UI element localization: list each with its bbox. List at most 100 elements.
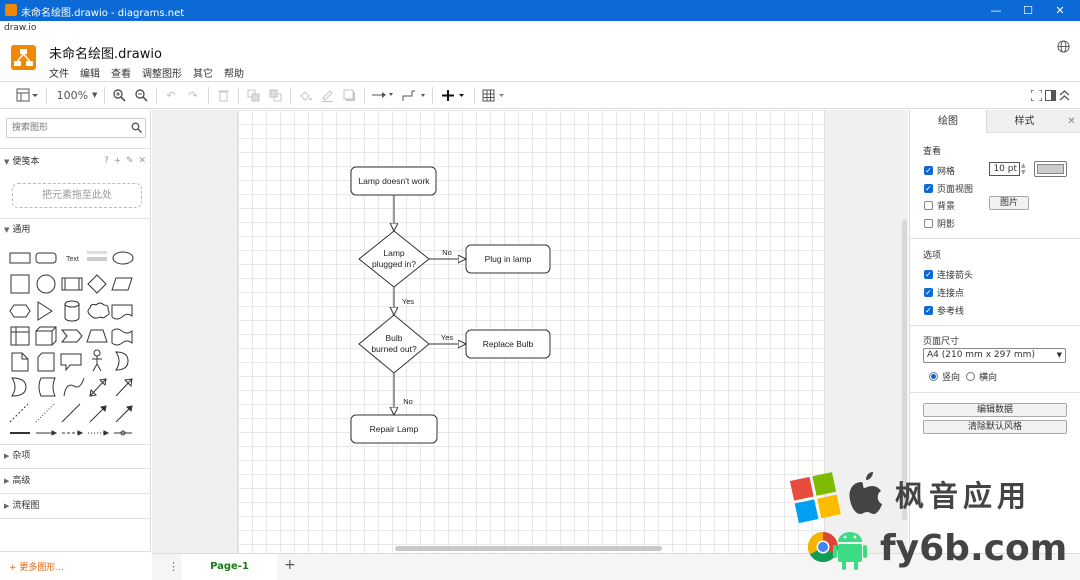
general-title: 通用 <box>12 225 31 235</box>
guides-checkbox[interactable]: ✓ 参考线 <box>924 304 964 317</box>
format-panel-toggle[interactable] <box>1045 87 1056 103</box>
menu-file[interactable]: 文件 <box>49 65 69 80</box>
shadow-checkbox[interactable]: 阴影 <box>924 217 955 230</box>
pages-menu-icon[interactable]: ⋮ <box>168 560 179 573</box>
insert-button[interactable] <box>442 87 466 103</box>
to-back-icon <box>269 89 281 101</box>
grid-label: 网格 <box>937 167 956 177</box>
add-page-button[interactable]: + <box>284 557 296 573</box>
trash-icon <box>217 90 229 101</box>
shape-cube <box>35 326 57 346</box>
grid-color-button[interactable] <box>1034 161 1067 177</box>
general-shapes-palette[interactable]: Text <box>8 247 146 437</box>
menu-edit[interactable]: 编辑 <box>80 65 100 80</box>
checkbox-checked-icon: ✓ <box>924 270 933 279</box>
shape-trapezoid <box>86 329 108 343</box>
shape-cloud <box>87 302 110 319</box>
format-panel-icon <box>1045 89 1056 101</box>
node-label-repair-lamp: Repair Lamp <box>370 424 419 434</box>
edge-label-yes-2: Yes <box>441 333 453 342</box>
node-label-bulb-burned-out-1: Bulb <box>385 333 402 343</box>
undo-button[interactable]: ↶ <box>164 87 178 103</box>
more-shapes-link[interactable]: + 更多图形... <box>9 560 64 573</box>
file-name[interactable]: 未命名绘图.drawio <box>49 43 162 62</box>
watermark-text-cn: 枫音应用 <box>895 479 1031 513</box>
portrait-label: 竖向 <box>942 373 961 383</box>
close-panel-icon[interactable]: ✕ <box>1062 110 1080 133</box>
zoom-select[interactable]: 100% ▼ <box>56 87 98 103</box>
scratchpad-drop-zone[interactable]: 把元素拖至此处 <box>12 183 142 208</box>
paper-size-select[interactable]: A4 (210 mm x 297 mm) ▼ <box>923 348 1066 363</box>
to-back-button[interactable] <box>268 87 282 103</box>
android-logo <box>833 532 867 570</box>
flowchart-section-header[interactable]: ▶ 流程图 <box>0 495 151 517</box>
shadow-icon <box>343 89 355 101</box>
minimize-button[interactable]: — <box>981 0 1011 21</box>
drawio-app-icon <box>5 4 17 16</box>
menu-view[interactable]: 查看 <box>111 65 131 80</box>
table-button[interactable] <box>482 87 506 103</box>
maximize-button[interactable]: ☐ <box>1013 0 1043 21</box>
tab-style[interactable]: 样式 <box>986 110 1062 133</box>
checkbox-checked-icon: ✓ <box>924 184 933 193</box>
to-front-button[interactable] <box>246 87 260 103</box>
background-checkbox[interactable]: 背景 <box>924 199 955 212</box>
shadow-button[interactable] <box>342 87 356 103</box>
clear-default-style-button[interactable]: 清除默认风格 <box>923 420 1067 434</box>
window-title: 未命名绘图.drawio - diagrams.net <box>21 8 185 19</box>
menu-arrange[interactable]: 调整图形 <box>142 65 182 80</box>
tab-diagram[interactable]: 绘图 <box>910 110 986 133</box>
page-view-checkbox[interactable]: ✓ 页面视图 <box>924 182 973 195</box>
checkbox-checked-icon: ✓ <box>924 288 933 297</box>
shape-hexagon <box>9 304 31 318</box>
checkbox-unchecked-icon <box>924 219 933 228</box>
checkbox-unchecked-icon <box>924 201 933 210</box>
grid-size-stepper[interactable]: ▲ ▼ <box>1021 162 1026 176</box>
node-label-bulb-burned-out-2: burned out? <box>371 344 417 354</box>
shape-directional-connector <box>89 405 107 423</box>
language-globe-icon[interactable] <box>1057 40 1070 53</box>
toggle-panels-button[interactable] <box>14 87 40 103</box>
line-color-button[interactable] <box>320 87 334 103</box>
guides-label: 参考线 <box>937 307 965 317</box>
plus-icon <box>442 89 464 101</box>
grid-size-input[interactable]: 10 pt <box>989 162 1020 176</box>
portrait-radio[interactable]: 竖向 <box>929 370 960 383</box>
zoom-out-button[interactable] <box>134 87 148 103</box>
shape-textbox-lines <box>87 257 107 261</box>
shape-data-storage <box>38 377 56 397</box>
connection-arrows-checkbox[interactable]: ✓ 连接箭头 <box>924 268 973 281</box>
shape-sidebar: ▼便笺本 ? + ✎ ✕ 把元素拖至此处 ▼通用 <box>0 110 151 573</box>
page-tab-page-1[interactable]: Page-1 <box>182 554 277 580</box>
search-shapes-input[interactable] <box>6 118 146 138</box>
table-icon <box>482 89 504 101</box>
general-section-header[interactable]: ▼ 通用 <box>0 219 151 241</box>
redo-button[interactable]: ↷ <box>186 87 200 103</box>
delete-button[interactable] <box>216 87 230 103</box>
undo-icon: ↶ <box>166 88 176 102</box>
close-button[interactable]: ✕ <box>1045 0 1075 21</box>
menu-extras[interactable]: 其它 <box>193 65 213 80</box>
scratchpad-actions[interactable]: ? + ✎ ✕ <box>104 156 147 166</box>
fill-color-button[interactable] <box>298 87 312 103</box>
search-icon[interactable] <box>131 122 142 133</box>
collapse-toolbar-button[interactable] <box>1059 87 1070 103</box>
drawio-logo <box>11 45 36 70</box>
landscape-radio[interactable]: 横向 <box>966 370 997 383</box>
misc-section-header[interactable]: ▶ 杂项 <box>0 445 151 467</box>
background-image-button[interactable]: 图片 <box>989 196 1029 210</box>
chevron-right-icon: ▶ <box>4 502 10 510</box>
misc-title: 杂项 <box>12 451 31 461</box>
horizontal-scrollbar[interactable] <box>395 546 662 551</box>
fullscreen-button[interactable] <box>1030 87 1042 103</box>
connection-points-checkbox[interactable]: ✓ 连接点 <box>924 286 964 299</box>
advanced-section-header[interactable]: ▶ 高级 <box>0 470 151 492</box>
shape-delay <box>11 377 27 397</box>
zoom-in-button[interactable] <box>112 87 126 103</box>
apple-logo <box>849 472 882 514</box>
menu-help[interactable]: 帮助 <box>224 65 244 80</box>
connection-style-button[interactable] <box>372 87 394 103</box>
grid-checkbox[interactable]: ✓ 网格 <box>924 164 955 177</box>
edit-data-button[interactable]: 编辑数据 <box>923 403 1067 417</box>
waypoints-button[interactable] <box>402 87 426 103</box>
